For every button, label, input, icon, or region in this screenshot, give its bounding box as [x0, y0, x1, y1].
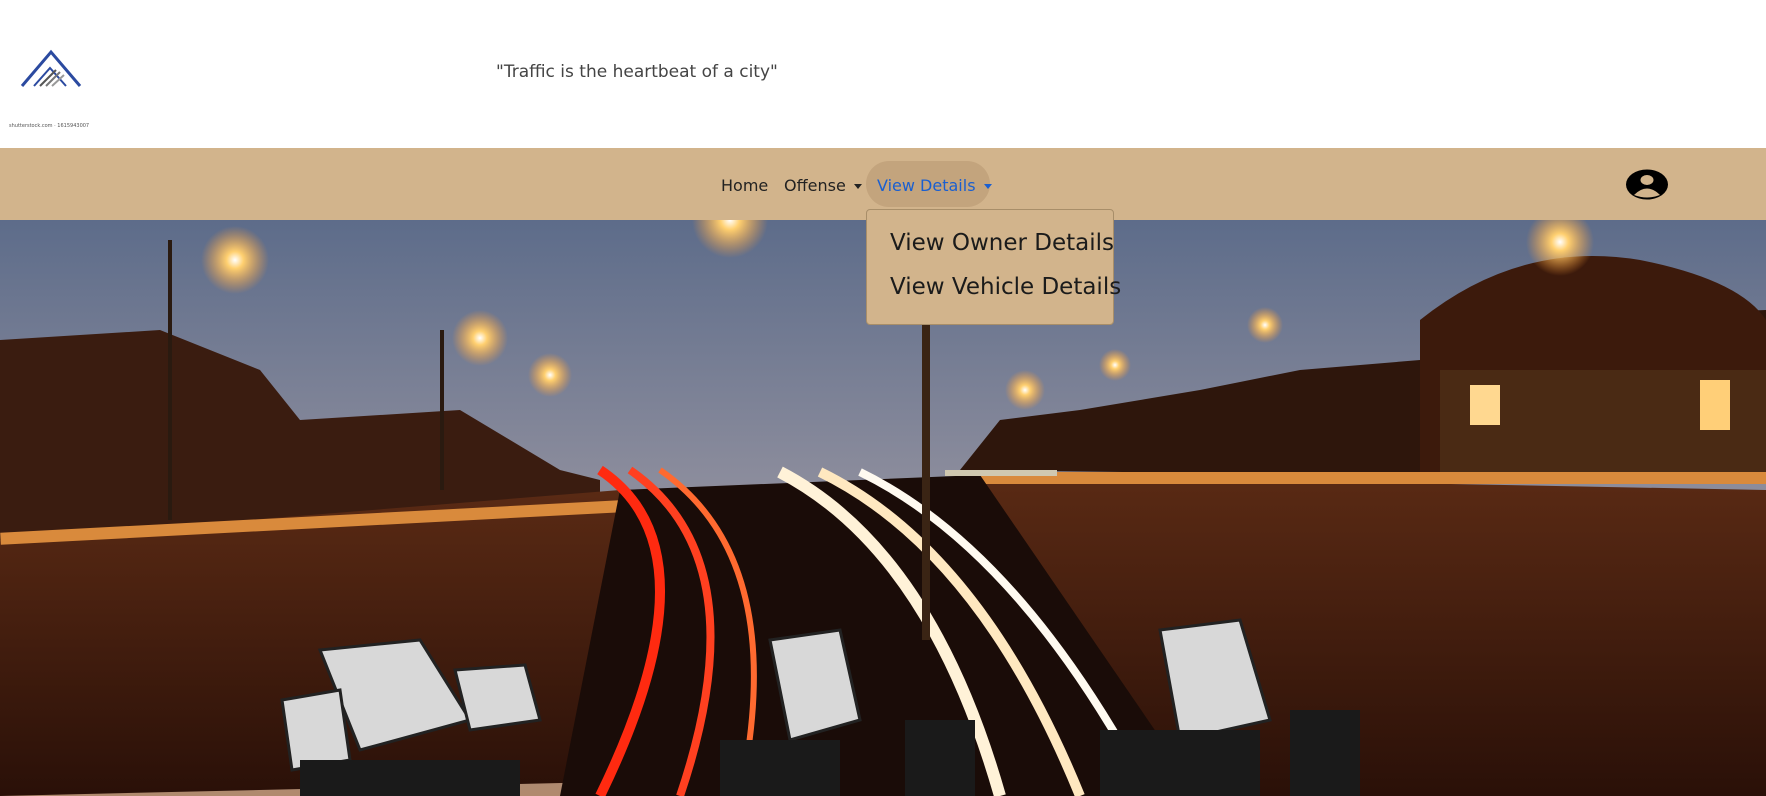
nav-offense-dropdown-toggle[interactable]: Offense: [784, 176, 862, 195]
view-vehicle-details-menu-item[interactable]: View Vehicle Details: [890, 274, 1121, 300]
mountain-logo-icon[interactable]: [20, 48, 82, 90]
user-circle-icon[interactable]: [1625, 169, 1669, 200]
header-tagline: "Traffic is the heartbeat of a city": [496, 62, 778, 82]
caret-down-icon: [853, 184, 862, 189]
view-details-dropdown-menu: View Owner Details View Vehicle Details: [866, 209, 1121, 325]
view-owner-details-menu-item[interactable]: View Owner Details: [890, 230, 1114, 256]
nav-home-link[interactable]: Home: [721, 176, 768, 195]
nav-offense-label: Offense: [784, 176, 846, 195]
caret-down-icon: [983, 184, 992, 189]
nav-view-details-dropdown-toggle[interactable]: View Details: [877, 176, 992, 195]
nav-view-details-label: View Details: [877, 176, 976, 195]
nav-home-label: Home: [721, 176, 769, 195]
logo-caption: shutterstock.com · 1615943007: [9, 123, 90, 129]
site-header: shutterstock.com · 1615943007 "Traffic i…: [0, 0, 1766, 148]
